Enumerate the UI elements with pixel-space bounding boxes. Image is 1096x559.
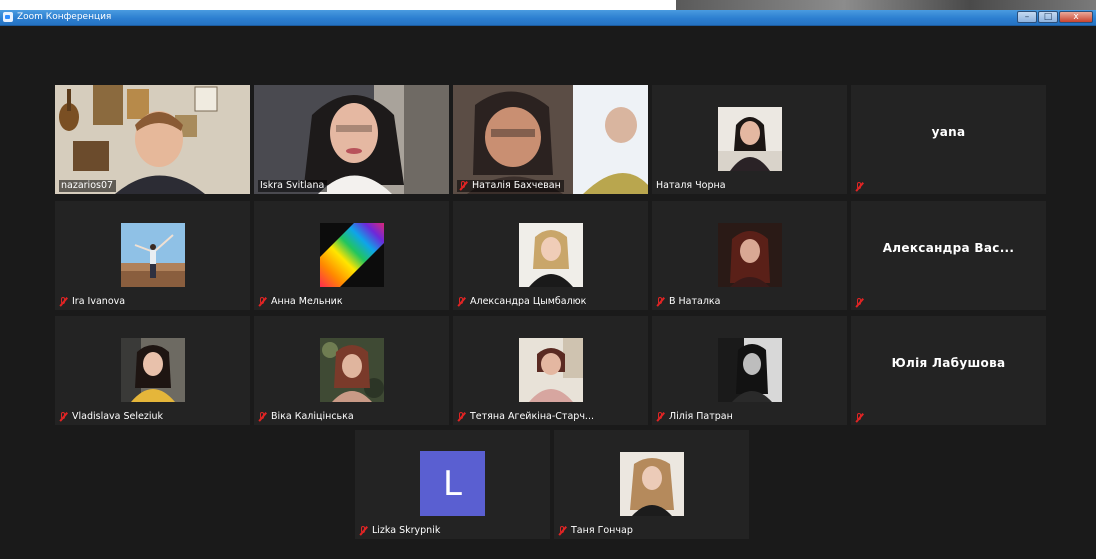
profile-photo bbox=[718, 107, 782, 171]
participant-name: nazarios07 bbox=[59, 180, 117, 192]
participant-tile-yuliia-labushova[interactable]: Юлія Лабушова bbox=[851, 316, 1046, 425]
participant-name bbox=[855, 298, 868, 308]
profile-photo bbox=[519, 338, 583, 402]
muted-mic-icon bbox=[656, 412, 665, 422]
participant-video bbox=[55, 85, 250, 194]
muted-mic-icon bbox=[359, 526, 368, 536]
participant-tile-nazarios07[interactable]: nazarios07 bbox=[55, 85, 250, 194]
muted-mic-icon bbox=[855, 413, 864, 423]
participant-name bbox=[855, 413, 868, 423]
profile-photo bbox=[121, 223, 185, 287]
participant-name: Lizka Skrypnik bbox=[359, 525, 440, 537]
participant-name: Наталя Чорна bbox=[656, 180, 726, 191]
muted-mic-icon bbox=[258, 412, 267, 422]
gallery-view: nazarios07 Iskra Svitlana Наталія Бахчев… bbox=[0, 26, 1096, 559]
muted-mic-icon bbox=[59, 412, 68, 422]
participant-tile-v-natalka[interactable]: В Наталка bbox=[652, 201, 847, 310]
profile-photo bbox=[718, 338, 782, 402]
profile-photo bbox=[620, 452, 684, 516]
participant-display-name: Юлія Лабушова bbox=[891, 356, 1006, 370]
profile-photo bbox=[121, 338, 185, 402]
participant-tile-natalia-chorna[interactable]: Наталя Чорна bbox=[652, 85, 847, 194]
participant-video bbox=[254, 85, 449, 194]
participant-tile-vika-kalitsinska[interactable]: Віка Каліцінська bbox=[254, 316, 449, 425]
participant-name: Наталія Бахчеван bbox=[457, 180, 564, 192]
maximize-button[interactable]: □ bbox=[1038, 11, 1058, 23]
participant-name: Лілія Патран bbox=[656, 411, 733, 423]
participant-tile-aleksandra-vas[interactable]: Александра Вас... bbox=[851, 201, 1046, 310]
participant-name: Ira Ivanova bbox=[59, 296, 125, 308]
muted-mic-icon bbox=[457, 412, 466, 422]
muted-mic-icon bbox=[855, 298, 864, 308]
window-title-bar[interactable]: Zoom Конференция – □ x bbox=[0, 10, 1096, 26]
participant-name: Анна Мельник bbox=[258, 296, 343, 308]
minimize-button[interactable]: – bbox=[1017, 11, 1037, 23]
participant-name: В Наталка bbox=[656, 296, 721, 308]
close-button[interactable]: x bbox=[1059, 11, 1093, 23]
participant-display-name: yana bbox=[931, 125, 966, 139]
muted-mic-icon bbox=[457, 297, 466, 307]
letter-avatar: L bbox=[420, 451, 485, 516]
muted-mic-icon bbox=[656, 297, 665, 307]
participant-name: Александра Цымбалюк bbox=[457, 296, 586, 308]
profile-photo bbox=[320, 338, 384, 402]
participant-tile-vladislava-seleziuk[interactable]: Vladislava Seleziuk bbox=[55, 316, 250, 425]
participant-name: Тетяна Агейкіна-Старч... bbox=[457, 411, 594, 423]
participant-tile-aleksandra-tsymbaliuk[interactable]: Александра Цымбалюк bbox=[453, 201, 648, 310]
desktop-background-photo bbox=[676, 0, 1096, 10]
participant-tile-natalia-bakhchevan[interactable]: Наталія Бахчеван bbox=[453, 85, 648, 194]
profile-photo bbox=[718, 223, 782, 287]
participant-tile-tetiana-aheikina[interactable]: Тетяна Агейкіна-Старч... bbox=[453, 316, 648, 425]
participant-tile-ira-ivanova[interactable]: Ira Ivanova bbox=[55, 201, 250, 310]
participant-tile-lizka-skrypnik[interactable]: L Lizka Skrypnik bbox=[355, 430, 550, 539]
participant-display-name: Александра Вас... bbox=[882, 241, 1015, 255]
participant-name: Віка Каліцінська bbox=[258, 411, 354, 423]
participant-name: Iskra Svitlana bbox=[258, 180, 328, 192]
profile-photo bbox=[519, 223, 583, 287]
muted-mic-icon bbox=[459, 181, 468, 191]
muted-mic-icon bbox=[855, 182, 864, 192]
participant-tile-iskra-svitlana[interactable]: Iskra Svitlana bbox=[254, 85, 449, 194]
participant-name: Таня Гончар bbox=[558, 525, 633, 537]
participant-name bbox=[855, 182, 868, 192]
participant-name: Vladislava Seleziuk bbox=[59, 411, 163, 423]
muted-mic-icon bbox=[258, 297, 267, 307]
participant-video bbox=[453, 85, 648, 194]
profile-photo bbox=[320, 223, 384, 287]
zoom-app-icon bbox=[3, 12, 13, 22]
participant-tile-liliia-patran[interactable]: Лілія Патран bbox=[652, 316, 847, 425]
participant-tile-tania-honchar[interactable]: Таня Гончар bbox=[554, 430, 749, 539]
muted-mic-icon bbox=[59, 297, 68, 307]
window-title: Zoom Конференция bbox=[17, 12, 112, 22]
participant-tile-yana[interactable]: yana bbox=[851, 85, 1046, 194]
participant-tile-anna-melnyk[interactable]: Анна Мельник bbox=[254, 201, 449, 310]
muted-mic-icon bbox=[558, 526, 567, 536]
